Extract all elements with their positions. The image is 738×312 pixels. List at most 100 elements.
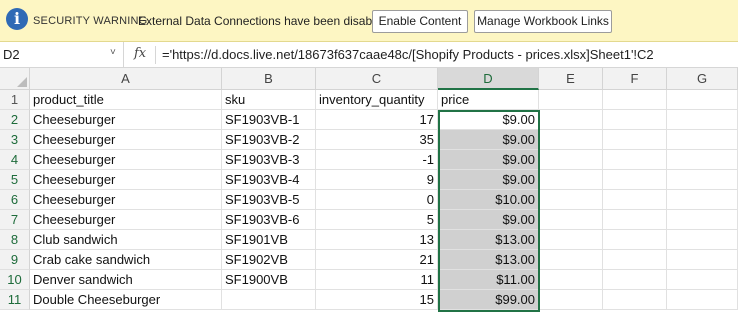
row-header-6[interactable]: 6 bbox=[0, 190, 30, 210]
row-header-1[interactable]: 1 bbox=[0, 90, 30, 110]
manage-workbook-links-button[interactable]: Manage Workbook Links bbox=[474, 10, 612, 33]
cell-inventory-quantity[interactable]: 5 bbox=[316, 210, 438, 230]
cell-inventory-quantity[interactable]: 21 bbox=[316, 250, 438, 270]
row-header-5[interactable]: 5 bbox=[0, 170, 30, 190]
column-header-c[interactable]: C bbox=[316, 68, 438, 90]
empty-cell[interactable] bbox=[603, 130, 667, 150]
cell-price[interactable]: $13.00 bbox=[438, 230, 539, 250]
empty-cell[interactable] bbox=[603, 270, 667, 290]
empty-cell[interactable] bbox=[667, 190, 738, 210]
cell-product-title[interactable]: Crab cake sandwich bbox=[30, 250, 222, 270]
empty-cell[interactable] bbox=[603, 190, 667, 210]
empty-cell[interactable] bbox=[603, 230, 667, 250]
row-header-2[interactable]: 2 bbox=[0, 110, 30, 130]
empty-cell[interactable] bbox=[603, 90, 667, 110]
column-header-g[interactable]: G bbox=[667, 68, 738, 90]
column-header-d[interactable]: D bbox=[438, 68, 539, 90]
cell-price[interactable]: $9.00 bbox=[438, 130, 539, 150]
spreadsheet-grid[interactable]: A B C D E F G 1 2 3 4 5 6 7 8 9 10 11 product_title sku inve… bbox=[0, 68, 738, 312]
row-header-8[interactable]: 8 bbox=[0, 230, 30, 250]
cell-inventory-quantity[interactable]: 13 bbox=[316, 230, 438, 250]
cell-product-title[interactable]: Cheeseburger bbox=[30, 190, 222, 210]
cell-sku[interactable]: SF1902VB bbox=[222, 250, 316, 270]
cell-inventory-quantity[interactable]: 35 bbox=[316, 130, 438, 150]
row-header-7[interactable]: 7 bbox=[0, 210, 30, 230]
header-cell-sku[interactable]: sku bbox=[222, 90, 316, 110]
cell-inventory-quantity[interactable]: 9 bbox=[316, 170, 438, 190]
empty-cell[interactable] bbox=[667, 130, 738, 150]
cell-price[interactable]: $13.00 bbox=[438, 250, 539, 270]
cell-sku[interactable]: SF1900VB bbox=[222, 270, 316, 290]
empty-cell[interactable] bbox=[539, 170, 603, 190]
column-header-e[interactable]: E bbox=[539, 68, 603, 90]
empty-cell[interactable] bbox=[539, 230, 603, 250]
cell-product-title[interactable]: Cheeseburger bbox=[30, 150, 222, 170]
empty-cell[interactable] bbox=[539, 150, 603, 170]
empty-cell[interactable] bbox=[667, 110, 738, 130]
empty-cell[interactable] bbox=[539, 210, 603, 230]
cell-sku[interactable] bbox=[222, 290, 316, 310]
column-header-a[interactable]: A bbox=[30, 68, 222, 90]
cell-sku[interactable]: SF1901VB bbox=[222, 230, 316, 250]
empty-cell[interactable] bbox=[603, 170, 667, 190]
empty-cell[interactable] bbox=[667, 170, 738, 190]
empty-cell[interactable] bbox=[603, 110, 667, 130]
cell-sku[interactable]: SF1903VB-2 bbox=[222, 130, 316, 150]
chevron-down-icon[interactable]: ˅ bbox=[110, 47, 116, 58]
cell-price[interactable]: $9.00 bbox=[438, 110, 539, 130]
cell-sku[interactable]: SF1903VB-5 bbox=[222, 190, 316, 210]
cell-sku[interactable]: SF1903VB-4 bbox=[222, 170, 316, 190]
empty-cell[interactable] bbox=[539, 110, 603, 130]
cell-price[interactable]: $9.00 bbox=[438, 150, 539, 170]
column-header-b[interactable]: B bbox=[222, 68, 316, 90]
empty-cell[interactable] bbox=[667, 230, 738, 250]
empty-cell[interactable] bbox=[667, 270, 738, 290]
row-header-9[interactable]: 9 bbox=[0, 250, 30, 270]
empty-cell[interactable] bbox=[603, 210, 667, 230]
cell-price[interactable]: $9.00 bbox=[438, 170, 539, 190]
formula-input[interactable]: ='https://d.docs.live.net/18673f637caae4… bbox=[162, 47, 654, 62]
select-all-corner[interactable] bbox=[0, 68, 30, 90]
empty-cell[interactable] bbox=[539, 190, 603, 210]
header-cell-inventory-quantity[interactable]: inventory_quantity bbox=[316, 90, 438, 110]
empty-cell[interactable] bbox=[603, 150, 667, 170]
empty-cell[interactable] bbox=[603, 250, 667, 270]
row-header-3[interactable]: 3 bbox=[0, 130, 30, 150]
fx-icon[interactable]: fx bbox=[134, 46, 146, 61]
empty-cell[interactable] bbox=[667, 150, 738, 170]
empty-cell[interactable] bbox=[667, 90, 738, 110]
name-box[interactable]: D2 ˅ bbox=[0, 42, 124, 67]
empty-cell[interactable] bbox=[539, 290, 603, 310]
empty-cell[interactable] bbox=[539, 250, 603, 270]
cell-inventory-quantity[interactable]: -1 bbox=[316, 150, 438, 170]
cell-price[interactable]: $99.00 bbox=[438, 290, 539, 310]
cell-sku[interactable]: SF1903VB-6 bbox=[222, 210, 316, 230]
cell-product-title[interactable]: Club sandwich bbox=[30, 230, 222, 250]
cell-product-title[interactable]: Double Cheeseburger bbox=[30, 290, 222, 310]
header-cell-price[interactable]: price bbox=[438, 90, 539, 110]
cell-product-title[interactable]: Cheeseburger bbox=[30, 110, 222, 130]
cell-price[interactable]: $9.00 bbox=[438, 210, 539, 230]
cell-sku[interactable]: SF1903VB-3 bbox=[222, 150, 316, 170]
cell-inventory-quantity[interactable]: 17 bbox=[316, 110, 438, 130]
cell-sku[interactable]: SF1903VB-1 bbox=[222, 110, 316, 130]
cell-inventory-quantity[interactable]: 0 bbox=[316, 190, 438, 210]
cell-price[interactable]: $11.00 bbox=[438, 270, 539, 290]
cell-product-title[interactable]: Cheeseburger bbox=[30, 170, 222, 190]
empty-cell[interactable] bbox=[667, 290, 738, 310]
cell-product-title[interactable]: Denver sandwich bbox=[30, 270, 222, 290]
enable-content-button[interactable]: Enable Content bbox=[372, 10, 468, 33]
empty-cell[interactable] bbox=[667, 250, 738, 270]
row-header-10[interactable]: 10 bbox=[0, 270, 30, 290]
cell-inventory-quantity[interactable]: 11 bbox=[316, 270, 438, 290]
column-header-f[interactable]: F bbox=[603, 68, 667, 90]
empty-cell[interactable] bbox=[539, 90, 603, 110]
empty-cell[interactable] bbox=[667, 210, 738, 230]
row-header-4[interactable]: 4 bbox=[0, 150, 30, 170]
empty-cell[interactable] bbox=[603, 290, 667, 310]
empty-cell[interactable] bbox=[539, 270, 603, 290]
cell-price[interactable]: $10.00 bbox=[438, 190, 539, 210]
cell-inventory-quantity[interactable]: 15 bbox=[316, 290, 438, 310]
row-header-11[interactable]: 11 bbox=[0, 290, 30, 310]
header-cell-product-title[interactable]: product_title bbox=[30, 90, 222, 110]
